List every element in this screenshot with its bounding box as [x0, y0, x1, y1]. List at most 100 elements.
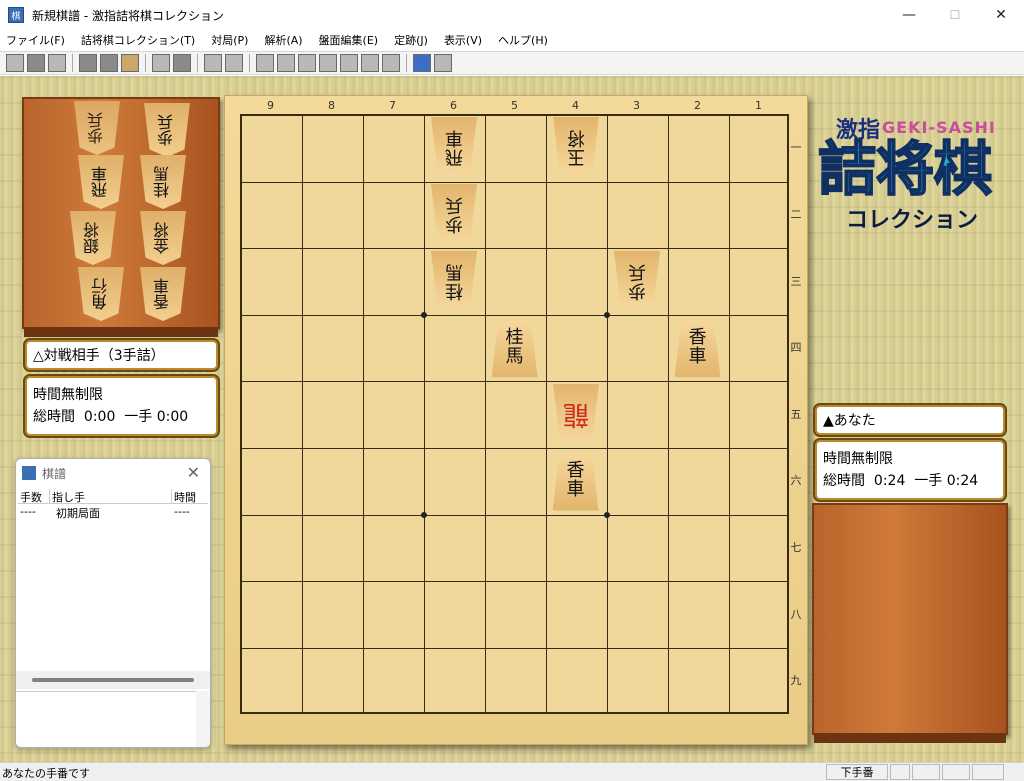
hand-piece[interactable]: 香車 [140, 267, 186, 321]
kifu-row[interactable]: ---- 初期局面 ---- [18, 505, 208, 520]
hand-piece[interactable]: 角行 [78, 267, 124, 321]
star-point [604, 511, 610, 518]
close-icon[interactable]: ✕ [187, 463, 200, 482]
menu-edit-board[interactable]: 盤面編集(E) [319, 32, 379, 48]
file-label: 2 [694, 99, 701, 112]
kifu-horizontal-scrollbar[interactable] [16, 671, 210, 689]
hand-piece[interactable]: 金将 [140, 211, 186, 265]
shogi-piece[interactable]: 香車 [552, 450, 599, 511]
rank-label: 六 [790, 474, 802, 488]
save-icon[interactable] [48, 54, 66, 72]
grid-line [242, 314, 787, 316]
copy-icon[interactable] [100, 54, 118, 72]
grid-line [668, 116, 669, 712]
menu-collection[interactable]: 詰将棋コレクション(T) [81, 32, 195, 48]
hand-piece[interactable]: 歩兵 [74, 101, 120, 155]
title-bar: 棋 新規棋譜 - 激指詰将棋コレクション — ☐ ✕ [0, 0, 1024, 30]
piece-char: 龍 [562, 399, 589, 430]
logo-sub-text: コレクション [846, 208, 979, 233]
last-icon[interactable] [382, 54, 400, 72]
rank-label: 五 [790, 407, 802, 421]
hand-piece-label: 金将 [153, 222, 172, 254]
rank-label: 二 [790, 207, 802, 221]
shogi-piece[interactable]: 桂馬 [491, 317, 538, 378]
menu-help[interactable]: ヘルプ(H) [498, 32, 548, 48]
help-icon[interactable] [434, 54, 452, 72]
player-move-label: 一手 [914, 473, 943, 489]
piece-char: 香 [688, 327, 707, 349]
shogi-piece[interactable]: 歩兵 [614, 251, 660, 311]
paste-icon[interactable] [121, 54, 139, 72]
menu-view[interactable]: 表示(V) [444, 32, 482, 48]
shogi-piece[interactable]: 香車 [674, 317, 721, 378]
shogi-piece[interactable]: 歩兵 [431, 184, 477, 244]
fwd10-icon[interactable] [361, 54, 379, 72]
hand-piece[interactable]: 銀将 [70, 211, 116, 265]
board-view-icon[interactable] [413, 54, 431, 72]
opponent-name: △対戦相手（3手詰） [33, 348, 165, 364]
menu-game[interactable]: 対局(P) [211, 32, 248, 48]
kifu-col-move[interactable]: 指し手 [50, 489, 172, 504]
sente-komadai[interactable] [812, 503, 1008, 743]
status-cell [890, 764, 910, 780]
list-icon[interactable] [173, 54, 191, 72]
menu-joseki[interactable]: 定跡(J) [394, 32, 428, 48]
minimize-button[interactable]: — [886, 0, 932, 30]
hand-piece-label: 桂馬 [153, 166, 172, 198]
shogi-piece[interactable]: 飛車 [431, 117, 477, 177]
player-name-panel: ▲あなた [815, 405, 1005, 435]
shogi-piece[interactable]: 玉将 [553, 117, 599, 177]
kifu-col-num[interactable]: 手数 [18, 489, 50, 504]
gote-komadai[interactable]: 歩兵 歩兵 飛車 桂馬 銀将 金将 角行 香車 [22, 97, 220, 337]
grid-line [242, 381, 787, 383]
kifu-vertical-scrollbar[interactable] [196, 691, 210, 747]
piece-char: 車 [566, 479, 585, 501]
kifu-col-time[interactable]: 時間 [172, 489, 208, 504]
star-point [421, 311, 427, 318]
piece-char: 馬 [444, 260, 463, 282]
open-icon[interactable] [27, 54, 45, 72]
status-bar: あなたの手番です 下手番 [0, 762, 1024, 780]
piece-char: 兵 [444, 193, 463, 215]
piece-char: 車 [688, 346, 707, 368]
player-total-label: 総時間 [823, 473, 865, 489]
close-button[interactable]: ✕ [978, 0, 1024, 30]
rank-label: 一 [790, 141, 802, 155]
new-icon[interactable] [6, 54, 24, 72]
first-icon[interactable] [256, 54, 274, 72]
opponent-total-label: 総時間 [33, 409, 75, 425]
menu-file[interactable]: ファイル(F) [6, 32, 65, 48]
shogi-board[interactable] [240, 114, 789, 714]
piece-char: 車 [444, 127, 463, 149]
opponent-total-time: 0:00 [83, 409, 116, 425]
opponent-move-time: 0:00 [156, 409, 189, 425]
shogi-piece[interactable]: 桂馬 [431, 251, 477, 311]
kifu-comment-area[interactable] [16, 691, 210, 747]
scroll-thumb[interactable] [32, 678, 194, 682]
menu-bar: ファイル(F) 詰将棋コレクション(T) 対局(P) 解析(A) 盤面編集(E)… [0, 30, 1024, 50]
prev-icon[interactable] [298, 54, 316, 72]
hand-piece[interactable]: 桂馬 [140, 155, 186, 209]
undo-move-icon[interactable] [204, 54, 222, 72]
back10-icon[interactable] [277, 54, 295, 72]
player-move-time: 0:24 [946, 473, 979, 489]
print-icon[interactable] [79, 54, 97, 72]
maximize-button[interactable]: ☐ [932, 0, 978, 30]
book-icon[interactable] [152, 54, 170, 72]
redo-move-icon[interactable] [225, 54, 243, 72]
next-icon[interactable] [340, 54, 358, 72]
grid-line [485, 116, 486, 712]
menu-analyze[interactable]: 解析(A) [264, 32, 302, 48]
stop-icon[interactable] [319, 54, 337, 72]
hand-piece[interactable]: 飛車 [78, 155, 124, 209]
shogi-piece[interactable]: 龍 [553, 384, 599, 444]
komadai-shelf [24, 327, 218, 337]
star-point [604, 311, 610, 318]
status-cell [972, 764, 1004, 780]
kifu-row-move: 初期局面 [56, 507, 100, 520]
grid-line [424, 116, 425, 712]
grid-line [302, 116, 303, 712]
status-turn: 下手番 [826, 764, 888, 780]
hand-piece[interactable]: 歩兵 [144, 103, 190, 157]
piece-char: 馬 [505, 346, 524, 368]
